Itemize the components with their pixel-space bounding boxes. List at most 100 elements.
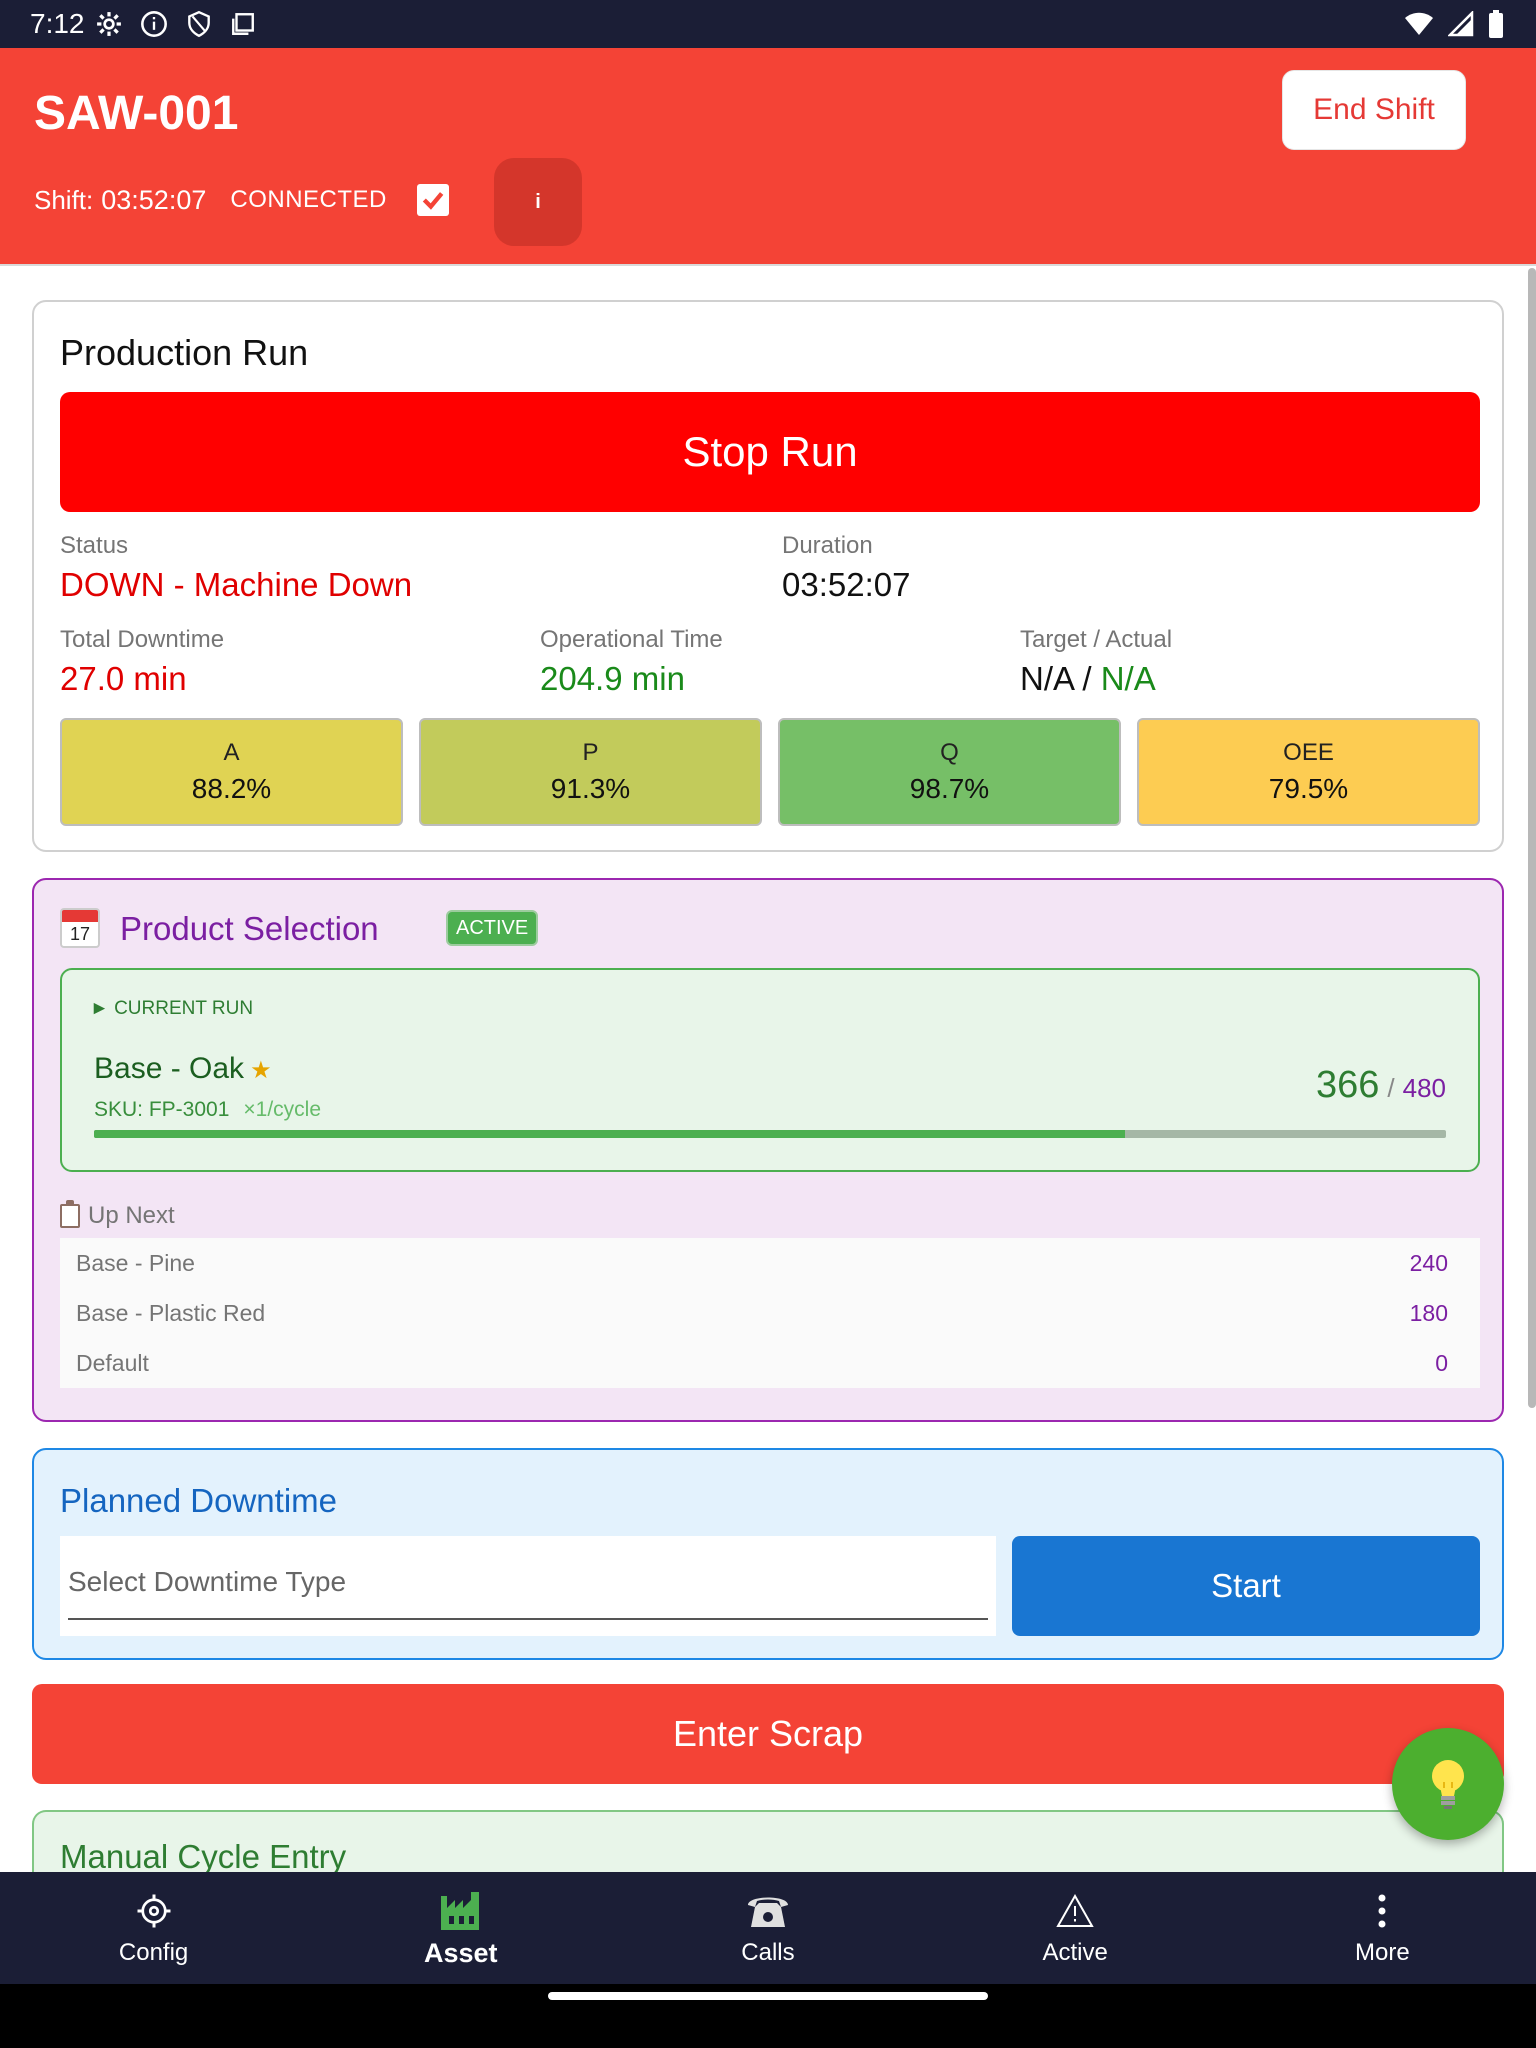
shift-timer: 03:52:07: [101, 184, 207, 215]
nav-asset[interactable]: Asset: [307, 1872, 614, 1984]
metric-performance: P 91.3%: [419, 718, 762, 826]
wifi-icon: [1404, 11, 1434, 42]
list-item[interactable]: Default 0: [60, 1338, 1480, 1388]
metric-label: A: [223, 739, 240, 766]
target-actual-separator: /: [1082, 660, 1092, 697]
nav-active[interactable]: Active: [922, 1872, 1229, 1984]
select-underline: [68, 1618, 988, 1620]
duration-label: Duration: [782, 532, 873, 559]
metric-quality: Q 98.7%: [778, 718, 1121, 826]
target-actual-value: N/A / N/A: [1020, 660, 1156, 698]
nav-label: Calls: [741, 1939, 795, 1966]
downtime-type-placeholder: Select Downtime Type: [68, 1566, 347, 1597]
current-run-label: ► CURRENT RUN: [90, 998, 254, 1019]
product-sku: SKU: FP-3001 ×1/cycle: [94, 1098, 321, 1122]
nav-calls[interactable]: Calls: [614, 1872, 921, 1984]
signal-icon: [1446, 9, 1474, 42]
metric-label: P: [582, 739, 599, 766]
home-gesture-handle[interactable]: [548, 1992, 988, 2000]
connected-checkbox[interactable]: [416, 184, 449, 216]
downtime-type-select[interactable]: Select Downtime Type: [60, 1536, 996, 1636]
star-icon: ★: [250, 1057, 272, 1084]
operational-time-label: Operational Time: [540, 626, 723, 653]
end-shift-button[interactable]: End Shift: [1282, 70, 1466, 150]
metric-value: 79.5%: [1268, 773, 1349, 804]
status-label: Status: [60, 532, 129, 559]
lightbulb-icon: [1432, 1760, 1464, 1809]
list-item[interactable]: Base - Pine 240: [60, 1238, 1480, 1288]
asset-name: SAW-001: [34, 87, 239, 140]
up-next-header: Up Next: [60, 1200, 175, 1230]
shift-label: Shift:: [34, 184, 94, 215]
scrollbar[interactable]: [1528, 268, 1536, 1408]
status-value: DOWN - Machine Down: [60, 566, 413, 603]
nav-label: Asset: [424, 1937, 498, 1968]
gear-icon: [96, 11, 122, 42]
calendar-icon: 17: [60, 908, 100, 948]
run-progress-fill: [94, 1130, 1125, 1138]
shift-info: Shift: 03:52:07 CONNECTED: [34, 184, 449, 216]
total-downtime-label: Total Downtime: [60, 626, 225, 653]
queued-product-qty: 240: [1409, 1249, 1448, 1276]
product-selection-card: 17 Product Selection ACTIVE ► CURRENT RU…: [32, 878, 1504, 1422]
list-item[interactable]: Base - Plastic Red 180: [60, 1288, 1480, 1338]
more-vertical-icon: [1376, 1889, 1388, 1933]
status-badge: ACTIVE: [446, 910, 539, 946]
queued-product-name: Base - Pine: [76, 1249, 195, 1276]
start-downtime-button[interactable]: Start: [1012, 1536, 1480, 1636]
clock: 7:12: [30, 8, 85, 39]
info-icon: [140, 10, 168, 43]
info-button[interactable]: i: [494, 158, 582, 246]
battery-icon: [1488, 10, 1504, 43]
product-selection-title: Product Selection: [120, 910, 379, 947]
current-run-panel[interactable]: ► CURRENT RUN Base - Oak ★ SKU: FP-3001 ×1…: [60, 968, 1480, 1172]
clipboard-icon: [60, 1200, 80, 1228]
enter-scrap-button[interactable]: Enter Scrap: [32, 1684, 1504, 1784]
metric-value: 88.2%: [191, 773, 272, 804]
phone-icon: [745, 1889, 791, 1933]
cycle-multiplier: ×1/cycle: [243, 1098, 322, 1121]
nav-more[interactable]: More: [1229, 1872, 1536, 1984]
queued-product-qty: 0: [1435, 1349, 1448, 1376]
asset-header: SAW-001 End Shift Shift: 03:52:07 CONNEC…: [0, 48, 1536, 266]
nav-config[interactable]: Config: [0, 1872, 307, 1984]
run-actual-count: 366: [1315, 1064, 1380, 1106]
metric-label: Q: [940, 739, 959, 766]
planned-downtime-card: Planned Downtime Select Downtime Type St…: [32, 1448, 1504, 1660]
product-name: Base - Oak: [94, 1052, 245, 1085]
actual-value: N/A: [1100, 660, 1156, 697]
operational-time-value: 204.9 min: [540, 660, 685, 697]
warning-icon: [1056, 1889, 1094, 1933]
queued-product-name: Base - Plastic Red: [76, 1299, 266, 1326]
metric-value: 91.3%: [550, 773, 631, 804]
run-progress-bar: [94, 1130, 1446, 1138]
total-downtime-value: 27.0 min: [60, 660, 187, 697]
production-run-card: Production Run Stop Run Status DOWN - Ma…: [32, 300, 1504, 852]
production-run-title: Production Run: [60, 332, 309, 373]
queued-product-qty: 180: [1409, 1299, 1448, 1326]
planned-downtime-title: Planned Downtime: [60, 1482, 337, 1519]
queued-product-name: Default: [76, 1349, 149, 1376]
calendar-day: 17: [69, 924, 91, 944]
run-count: 366 / 480: [1316, 1064, 1446, 1107]
target-actual-label: Target / Actual: [1020, 626, 1173, 653]
metric-value: 98.7%: [909, 773, 990, 804]
up-next-label: Up Next: [88, 1202, 175, 1229]
nav-label: More: [1355, 1939, 1410, 1966]
metric-availability: A 88.2%: [60, 718, 403, 826]
screenshot-icon: [230, 11, 256, 42]
sku-text: SKU: FP-3001: [94, 1098, 230, 1121]
up-next-list: Base - Pine 240 Base - Plastic Red 180 D…: [60, 1238, 1480, 1388]
connection-status: CONNECTED: [230, 186, 387, 213]
checkmark-icon: [422, 192, 444, 210]
lightbulb-fab-button[interactable]: [1392, 1728, 1504, 1840]
system-status-bar: 7:12: [0, 0, 1536, 48]
current-product-name: Base - Oak ★: [94, 1052, 272, 1086]
nav-label: Config: [118, 1939, 189, 1966]
stop-run-button[interactable]: Stop Run: [60, 392, 1480, 512]
gear-icon: [136, 1889, 172, 1933]
manual-cycle-title: Manual Cycle Entry: [60, 1838, 347, 1875]
run-target-count: 480: [1402, 1073, 1446, 1103]
metric-oee: OEE 79.5%: [1137, 718, 1480, 826]
factory-icon: [439, 1888, 483, 1932]
